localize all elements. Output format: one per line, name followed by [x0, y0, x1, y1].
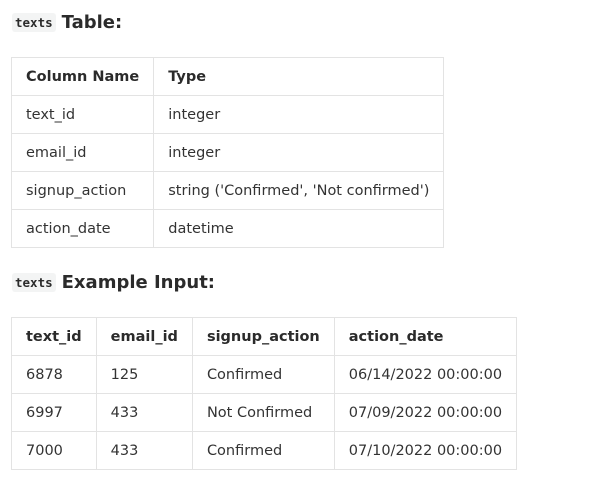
- table-cell: signup_action: [10, 171, 155, 210]
- column-header-email-id: email_id: [95, 317, 193, 356]
- table-cell: string ('Confirmed', 'Not confirmed'): [153, 171, 445, 210]
- table-row: text_id integer: [10, 95, 445, 134]
- table-cell: integer: [153, 95, 445, 134]
- example-heading: texts Example Input:: [12, 272, 215, 293]
- schema-table: Column Name Type text_id integer email_i…: [10, 57, 445, 248]
- table-cell: email_id: [10, 133, 155, 172]
- table-cell: 125: [95, 355, 193, 394]
- schema-heading: texts Table:: [12, 12, 122, 33]
- table-cell: 06/14/2022 00:00:00: [333, 355, 518, 394]
- table-header-row: Column Name Type: [10, 57, 445, 96]
- table-cell: 433: [95, 431, 193, 470]
- table-row: 6997 433 Not Confirmed 07/09/2022 00:00:…: [11, 393, 518, 432]
- table-name-code: texts: [12, 13, 56, 32]
- table-row: 7000 433 Confirmed 07/10/2022 00:00:00: [11, 431, 518, 470]
- column-header-action-date: action_date: [333, 317, 518, 356]
- table-cell: 7000: [11, 431, 97, 470]
- table-cell: 6878: [11, 355, 97, 394]
- table-cell: 433: [95, 393, 193, 432]
- column-header-type: Type: [153, 57, 445, 96]
- table-cell: text_id: [10, 95, 155, 134]
- table-cell: 07/09/2022 00:00:00: [333, 393, 518, 432]
- table-cell: 6997: [11, 393, 97, 432]
- table-cell: Not Confirmed: [191, 393, 335, 432]
- column-header-text-id: text_id: [11, 317, 97, 356]
- column-header-signup-action: signup_action: [191, 317, 335, 356]
- table-row: 6878 125 Confirmed 06/14/2022 00:00:00: [11, 355, 518, 394]
- table-cell: 07/10/2022 00:00:00: [333, 431, 518, 470]
- table-name-code: texts: [12, 273, 56, 292]
- table-header-row: text_id email_id signup_action action_da…: [11, 317, 518, 356]
- example-heading-title: Example Input:: [61, 272, 215, 293]
- column-header-column-name: Column Name: [10, 57, 155, 96]
- example-input-table: text_id email_id signup_action action_da…: [11, 317, 518, 470]
- table-cell: datetime: [153, 209, 445, 248]
- table-row: email_id integer: [10, 133, 445, 172]
- table-cell: Confirmed: [191, 355, 335, 394]
- table-row: action_date datetime: [10, 209, 445, 248]
- schema-heading-title: Table:: [61, 12, 123, 33]
- table-cell: integer: [153, 133, 445, 172]
- table-cell: action_date: [10, 209, 155, 248]
- table-row: signup_action string ('Confirmed', 'Not …: [10, 171, 445, 210]
- table-cell: Confirmed: [191, 431, 335, 470]
